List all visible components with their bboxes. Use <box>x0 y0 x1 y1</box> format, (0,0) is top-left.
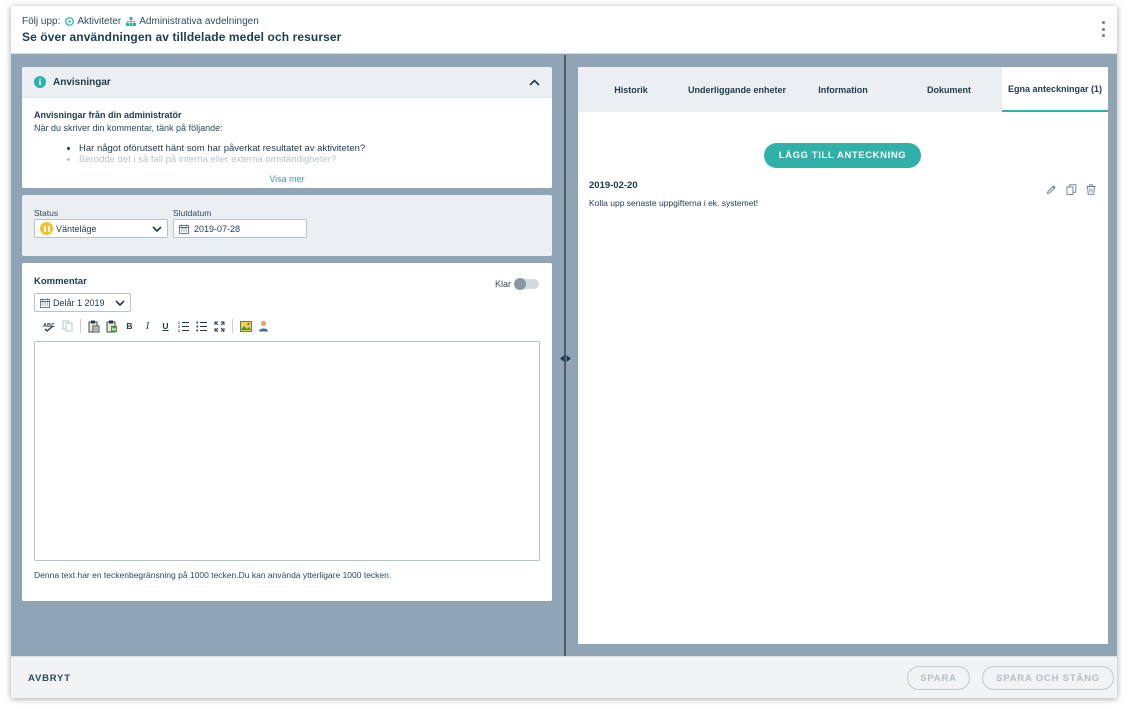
top-bar: Följ upp: Aktiviteter Administrativa avd… <box>11 6 1117 54</box>
end-date-value: 2019-07-28 <box>194 223 241 234</box>
instructions-description: När du skriver din kommentar, tänk på fö… <box>34 123 223 133</box>
edit-icon[interactable] <box>1046 182 1057 200</box>
toolbar-separator <box>80 319 81 333</box>
breadcrumb-department[interactable]: Administrativa avdelningen <box>126 16 259 27</box>
status-select[interactable]: Vänteläge <box>34 219 168 238</box>
note-actions <box>1046 182 1096 200</box>
note-date: 2019-02-20 <box>589 180 638 191</box>
save-and-close-button[interactable]: SPARA OCH STÄNG <box>982 666 1114 690</box>
save-button[interactable]: SPARA <box>907 666 970 690</box>
splitter-handle-icon[interactable] <box>556 353 574 363</box>
underline-button[interactable]: U <box>158 319 173 334</box>
org-chart-icon <box>126 17 137 26</box>
play-circle-icon <box>65 17 75 26</box>
breadcrumb: Följ upp: Aktiviteter Administrativa avd… <box>22 16 259 27</box>
instructions-card: i Anvisningar Anvisningar från din admin… <box>22 67 552 188</box>
page-title: Se över användningen av tilldelade medel… <box>22 30 342 44</box>
comment-label: Kommentar <box>34 276 87 287</box>
instructions-header[interactable]: i Anvisningar <box>22 67 552 98</box>
breadcrumb-activities-label: Aktiviteter <box>77 16 122 27</box>
instructions-header-label: Anvisningar <box>53 76 111 88</box>
tab-bar: Historik Underliggande enheter Informati… <box>578 67 1108 112</box>
maximize-icon[interactable] <box>212 319 227 334</box>
done-label: Klar <box>494 279 511 289</box>
svg-text:3: 3 <box>178 329 180 332</box>
app-window: Följ upp: Aktiviteter Administrativa avd… <box>11 6 1117 698</box>
instructions-body: Anvisningar från din administratör När d… <box>22 98 552 188</box>
instructions-list: Har något oförutsett hänt som har påverk… <box>79 143 540 165</box>
pause-icon <box>40 222 53 235</box>
editor-toolbar: ABC B I U 123 <box>42 318 271 334</box>
note-text: Kolla upp senaste uppgifterna i ek. syst… <box>589 198 759 208</box>
numbered-list-icon[interactable]: 123 <box>176 319 191 334</box>
calendar-icon <box>40 298 50 308</box>
status-label: Status <box>34 208 59 218</box>
tab-information[interactable]: Information <box>790 67 896 112</box>
delete-icon[interactable] <box>1086 182 1096 200</box>
end-date-field[interactable]: 2019-07-28 <box>173 219 307 238</box>
tab-own-notes[interactable]: Egna anteckningar (1) <box>1002 67 1108 112</box>
bullet-list-icon[interactable] <box>194 319 209 334</box>
paste-word-icon[interactable] <box>104 319 119 334</box>
paste-text-icon[interactable] <box>86 319 101 334</box>
insert-person-icon[interactable] <box>256 319 271 334</box>
spellcheck-icon[interactable]: ABC <box>42 319 57 334</box>
char-limit-info: Denna text har en teckenbegränsning på 1… <box>34 570 392 580</box>
instructions-title: Anvisningar från din administratör <box>34 110 182 120</box>
comment-editor[interactable] <box>34 341 540 561</box>
done-toggle-group: Klar <box>494 278 539 290</box>
chevron-down-icon <box>115 299 125 306</box>
add-note-button[interactable]: LÄGG TILL ANTECKNING <box>764 143 921 168</box>
footer-bar: AVBRYT SPARA SPARA OCH STÄNG <box>11 656 1117 698</box>
right-panel: Historik Underliggande enheter Informati… <box>578 67 1108 644</box>
bold-button[interactable]: B <box>122 319 137 334</box>
breadcrumb-activities[interactable]: Aktiviteter <box>65 16 121 27</box>
tab-sub-units[interactable]: Underliggande enheter <box>684 67 790 112</box>
svg-text:ABC: ABC <box>43 323 55 329</box>
copy-icon[interactable] <box>1066 182 1077 200</box>
toolbar-separator <box>232 319 233 333</box>
status-card: Status Slutdatum Vänteläge 2019-07-28 <box>22 195 552 256</box>
status-value: Vänteläge <box>56 223 97 234</box>
copy-format-icon[interactable] <box>60 319 75 334</box>
show-more-link[interactable]: Visa mer <box>22 174 552 184</box>
done-toggle[interactable] <box>514 278 539 290</box>
insert-image-icon[interactable] <box>238 319 253 334</box>
tab-documents[interactable]: Dokument <box>896 67 1002 112</box>
calendar-icon <box>179 224 189 234</box>
cancel-button[interactable]: AVBRYT <box>28 673 71 684</box>
period-select[interactable]: Delår 1 2019 <box>34 293 131 312</box>
chevron-down-icon <box>152 225 162 232</box>
tab-history[interactable]: Historik <box>578 67 684 112</box>
chevron-up-icon[interactable] <box>529 78 540 86</box>
more-options-icon[interactable] <box>1099 21 1107 37</box>
breadcrumb-prefix: Följ upp: <box>22 16 61 27</box>
breadcrumb-department-label: Administrativa avdelningen <box>139 16 259 27</box>
period-value: Delår 1 2019 <box>53 297 105 308</box>
instructions-list-item: Har något oförutsett hänt som har påverk… <box>79 143 540 154</box>
italic-button[interactable]: I <box>140 319 155 334</box>
left-pane: i Anvisningar Anvisningar från din admin… <box>11 55 564 656</box>
comment-card: Kommentar Klar Delår 1 2019 ABC B I U 1 … <box>22 263 552 601</box>
info-icon: i <box>34 76 46 88</box>
end-date-label: Slutdatum <box>173 208 212 218</box>
